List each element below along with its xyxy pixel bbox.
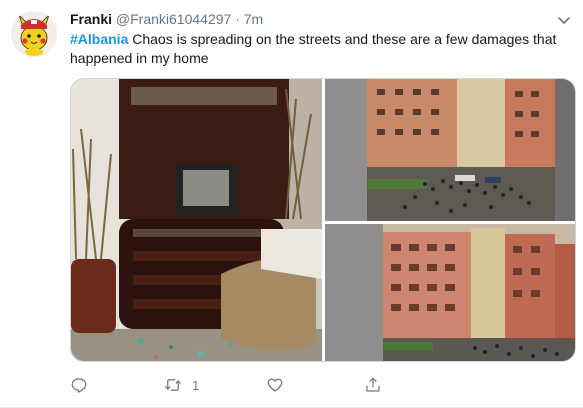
photo-tv-stand-image [71, 79, 322, 361]
display-name[interactable]: Franki [70, 11, 112, 27]
tweet-actions: 1 [70, 374, 450, 396]
tweet-body: Chaos is spreading on the streets and th… [70, 31, 557, 66]
timestamp[interactable]: 7m [244, 11, 263, 27]
reply-button[interactable] [70, 374, 88, 396]
share-icon [366, 377, 380, 392]
photo-street-crowd[interactable] [325, 79, 575, 221]
tweet[interactable]: Franki @Franki61044297 · 7m #Albania Cha… [0, 0, 583, 408]
chevron-down-icon[interactable] [556, 12, 572, 28]
hashtag-link[interactable]: #Albania [70, 31, 128, 47]
retweet-button[interactable]: 1 [164, 374, 199, 396]
photo-street-crowd-image [325, 79, 575, 221]
retweet-icon [165, 379, 181, 391]
retweet-count: 1 [192, 377, 200, 393]
media-grid [70, 78, 576, 362]
heart-icon [267, 378, 283, 392]
user-handle[interactable]: @Franki61044297 [116, 11, 231, 27]
like-button[interactable] [266, 374, 284, 396]
avatar[interactable] [11, 11, 57, 57]
reply-icon [71, 378, 87, 393]
share-button[interactable] [364, 374, 382, 396]
photo-building-street[interactable] [325, 224, 575, 361]
tweet-header: Franki @Franki61044297 · 7m [70, 10, 263, 28]
tweet-text: #Albania Chaos is spreading on the stree… [70, 30, 570, 68]
photo-tv-stand[interactable] [71, 79, 322, 361]
pikachu-avatar-icon [11, 11, 57, 57]
photo-building-street-image [325, 224, 575, 361]
separator-dot: · [235, 11, 240, 27]
